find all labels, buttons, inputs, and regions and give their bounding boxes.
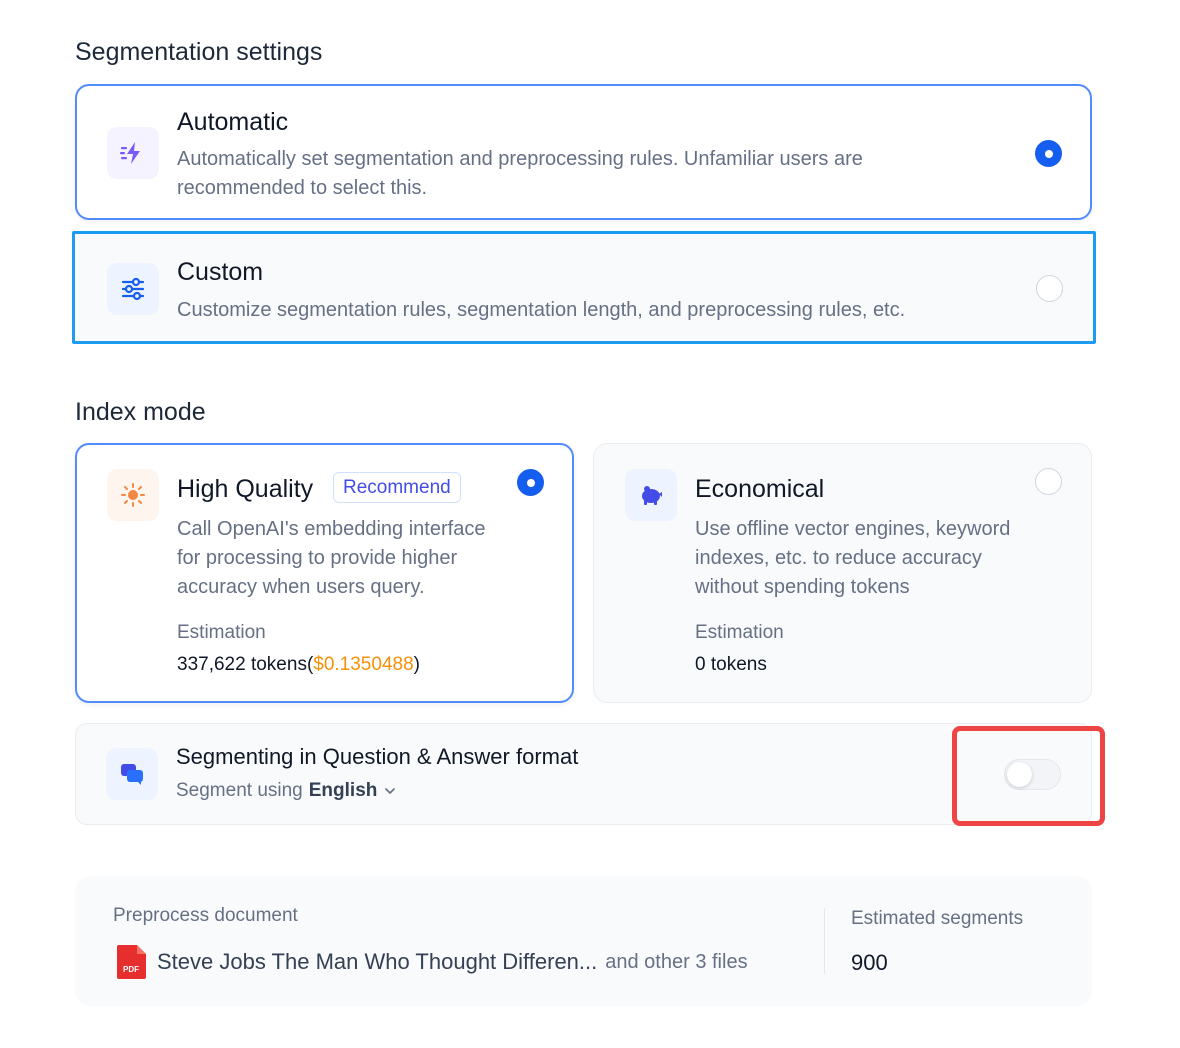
economical-description-line1: Use offline vector engines, keyword (695, 518, 1011, 540)
custom-radio[interactable] (1036, 275, 1063, 302)
economical-estimation-value: 0 tokens (695, 654, 767, 675)
language-value[interactable]: English (309, 780, 378, 802)
segmentation-settings-title: Segmentation settings (75, 38, 323, 66)
high-quality-radio[interactable] (517, 469, 544, 496)
piggy-bank-icon (625, 469, 677, 521)
preprocess-more-files: and other 3 files (605, 950, 748, 973)
economical-title: Economical (695, 475, 825, 503)
automatic-title: Automatic (177, 108, 289, 136)
sliders-icon (107, 263, 159, 315)
automatic-description-line2: recommended to select this. (177, 177, 428, 199)
preprocess-divider (824, 908, 825, 974)
qa-format-title: Segmenting in Question & Answer format (176, 744, 579, 769)
sparkle-icon (107, 469, 159, 521)
preprocess-file-row: PDF Steve Jobs The Man Who Thought Diffe… (116, 944, 748, 980)
preprocess-document-label: Preprocess document (113, 905, 298, 926)
economical-estimation-label: Estimation (695, 622, 784, 643)
high-quality-tokens: 337,622 tokens( (177, 654, 314, 675)
economical-description-line3: without spending tokens (695, 576, 910, 598)
high-quality-estimation-value: 337,622 tokens($0.1350488) (177, 654, 420, 676)
preprocess-file-name: Steve Jobs The Man Who Thought Differen.… (157, 949, 598, 974)
qa-format-toggle[interactable] (1004, 759, 1061, 790)
high-quality-estimation-label: Estimation (177, 622, 266, 643)
segment-using-label: Segment using (176, 780, 303, 801)
economical-description-line2: indexes, etc. to reduce accuracy (695, 547, 982, 569)
estimated-segments-label: Estimated segments (851, 908, 1024, 929)
high-quality-title: High Quality (177, 475, 314, 503)
high-quality-description-line3: accuracy when users query. (177, 576, 425, 598)
high-quality-description-line1: Call OpenAI's embedding interface (177, 518, 486, 540)
chat-bubbles-icon (106, 748, 158, 800)
high-quality-option-card[interactable]: High Quality Recommend Call OpenAI's emb… (75, 443, 574, 703)
index-mode-title: Index mode (75, 398, 206, 426)
economical-option-card[interactable]: Economical Use offline vector engines, k… (593, 443, 1092, 703)
custom-description: Customize segmentation rules, segmentati… (177, 299, 906, 321)
recommend-badge: Recommend (333, 472, 461, 503)
automatic-option-card[interactable]: Automatic Automatically set segmentation… (75, 84, 1092, 220)
qa-format-card: Segmenting in Question & Answer format S… (75, 723, 1092, 825)
automatic-radio[interactable] (1035, 140, 1062, 167)
lightning-icon (107, 127, 159, 179)
estimated-segments-value: 900 (851, 950, 888, 975)
preprocess-panel (75, 876, 1092, 1006)
toggle-knob (1007, 762, 1032, 787)
high-quality-close-paren: ) (413, 654, 420, 675)
pdf-icon-text: PDF (123, 965, 139, 974)
custom-option-card[interactable]: Custom Customize segmentation rules, seg… (72, 231, 1096, 344)
economical-radio[interactable] (1035, 468, 1062, 495)
chevron-down-icon[interactable] (383, 784, 397, 798)
qa-language-selector[interactable]: Segment using English (176, 780, 397, 802)
high-quality-description-line2: for processing to provide higher (177, 547, 458, 569)
custom-title: Custom (177, 258, 264, 286)
automatic-description-line1: Automatically set segmentation and prepr… (177, 148, 863, 170)
high-quality-price: $0.1350488 (313, 654, 414, 675)
pdf-file-icon: PDF (117, 945, 146, 979)
